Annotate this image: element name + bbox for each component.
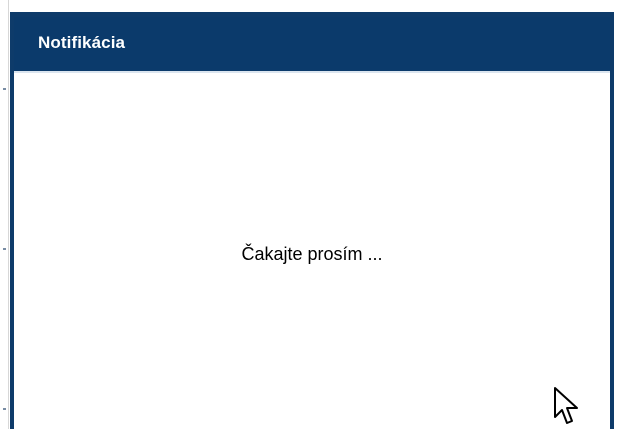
dialog-header: Notifikácia xyxy=(14,17,610,73)
dialog-title: Notifikácia xyxy=(38,33,126,52)
dialog-body: Čakajte prosím ... xyxy=(14,73,610,429)
notification-dialog: Notifikácia Čakajte prosím ... xyxy=(10,12,614,429)
mouse-pointer-icon xyxy=(554,387,578,424)
background-window-edge xyxy=(0,0,9,429)
screen: Notifikácia Čakajte prosím ... xyxy=(0,0,618,429)
background-window-marks xyxy=(3,0,6,429)
wait-message: Čakajte prosím ... xyxy=(241,244,383,264)
